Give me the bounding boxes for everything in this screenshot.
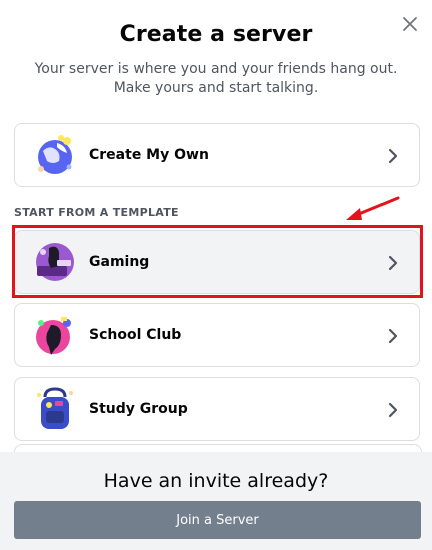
annotation-arrow-icon bbox=[346, 196, 400, 220]
gaming-icon bbox=[36, 243, 74, 281]
chevron-right-icon bbox=[388, 328, 398, 344]
template-study-group-label: Study Group bbox=[89, 401, 188, 417]
template-section-title: START FROM A TEMPLATE bbox=[14, 206, 179, 219]
create-server-modal: Create a server Your server is where you… bbox=[0, 0, 432, 550]
template-school-club-label: School Club bbox=[89, 327, 182, 343]
template-gaming-option[interactable]: Gaming bbox=[14, 230, 420, 294]
chevron-right-icon bbox=[388, 255, 398, 271]
modal-title: Create a server bbox=[119, 22, 313, 47]
template-school-club-option[interactable]: School Club bbox=[14, 303, 420, 367]
chevron-right-icon bbox=[388, 402, 398, 418]
template-study-group-option[interactable]: Study Group bbox=[14, 377, 420, 441]
school-club-icon bbox=[36, 317, 71, 355]
modal-footer: Have an invite already? Join a Server bbox=[0, 452, 432, 550]
create-my-own-label: Create My Own bbox=[89, 147, 209, 163]
join-server-button[interactable]: Join a Server bbox=[14, 501, 421, 539]
globe-icon bbox=[38, 135, 72, 174]
invite-heading: Have an invite already? bbox=[103, 470, 329, 492]
template-gaming-label: Gaming bbox=[89, 254, 150, 270]
backpack-icon bbox=[37, 387, 73, 429]
modal-subtitle: Your server is where you and your friend… bbox=[34, 61, 398, 96]
chevron-right-icon bbox=[388, 148, 398, 164]
create-my-own-option[interactable]: Create My Own bbox=[14, 123, 420, 187]
